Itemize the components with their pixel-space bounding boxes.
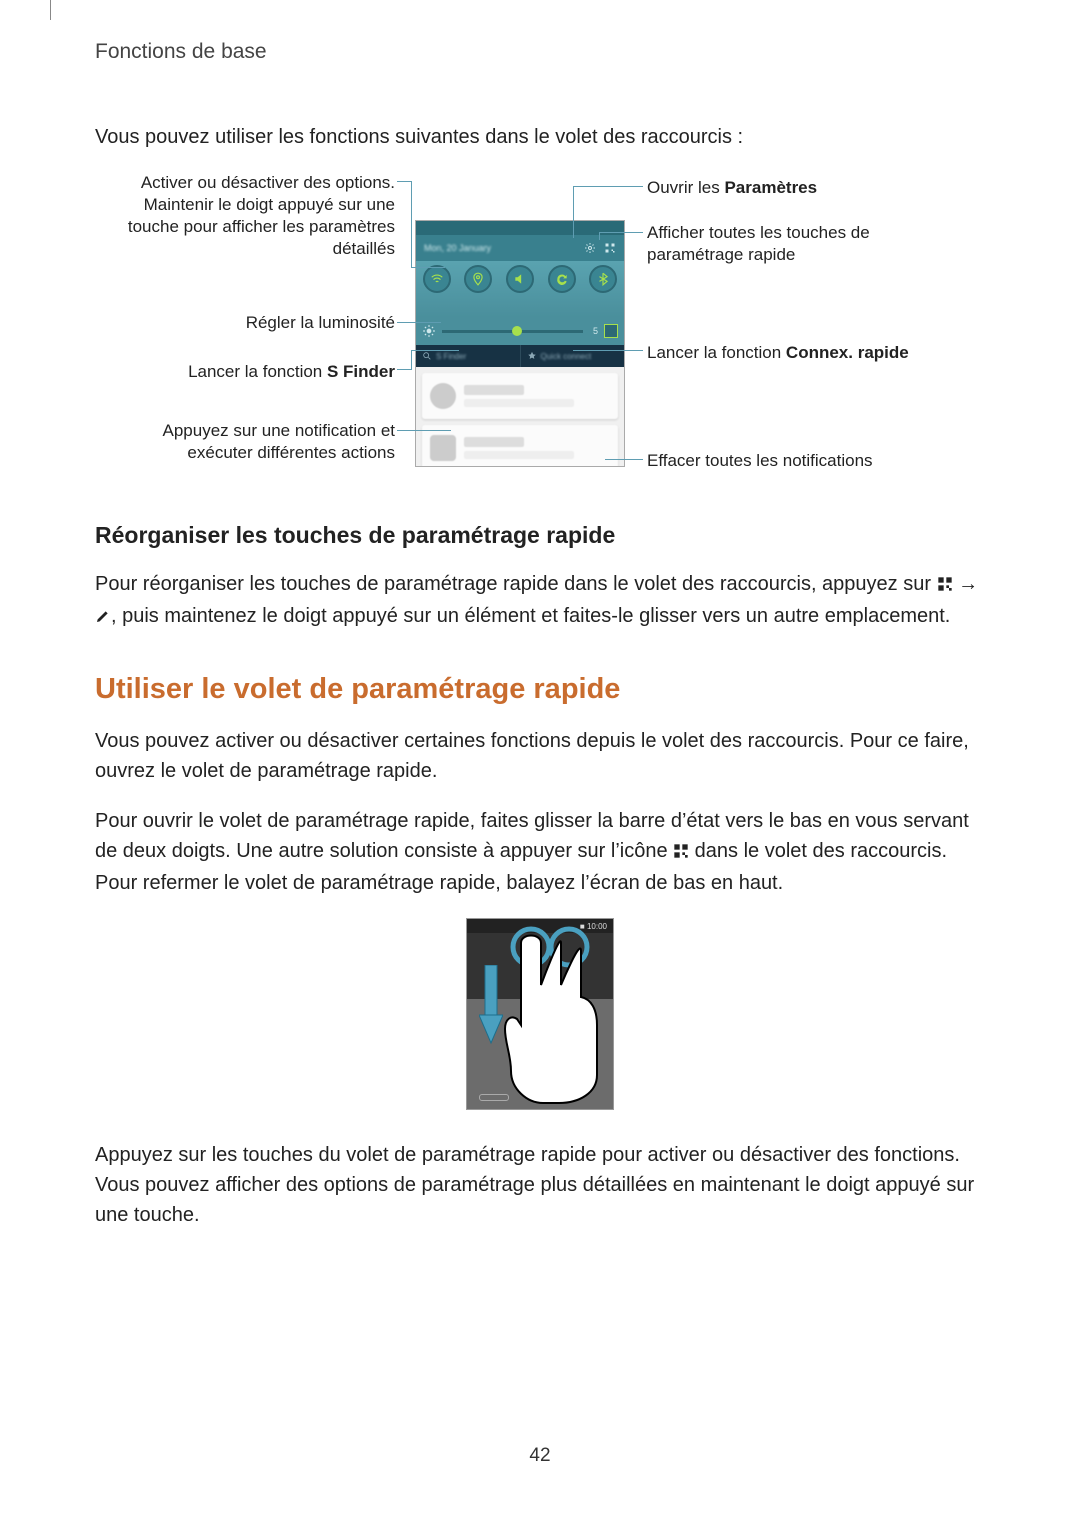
bluetooth-icon — [589, 265, 617, 293]
brightness-row: 5 — [416, 317, 624, 345]
page-number: 42 — [0, 1445, 1080, 1467]
callout-quick-connect: Lancer la fonction Connex. rapide — [647, 342, 909, 364]
callout-notification-tap: Appuyez sur une notification et exécuter… — [95, 420, 395, 464]
quickpanel-p3: Appuyez sur les touches du volet de para… — [95, 1140, 985, 1230]
crop-mark — [50, 0, 51, 20]
quickpanel-p1: Vous pouvez activer ou désactiver certai… — [95, 726, 985, 786]
callout-open-settings: Ouvrir les Paramètres — [647, 177, 817, 199]
auto-brightness-check — [604, 324, 618, 338]
notification-item — [422, 373, 618, 419]
callout-clear-notifications: Effacer toutes les notifications — [647, 450, 873, 472]
grid-icon — [937, 571, 953, 601]
status-bar — [416, 221, 624, 235]
panel-header: Mon, 20 January — [416, 235, 624, 261]
brightness-value: 5 — [593, 326, 598, 336]
callout-show-all-toggles: Afficher toutes les touches de paramétra… — [647, 222, 907, 266]
home-indicator — [479, 1094, 509, 1101]
breadcrumb: Fonctions de base — [95, 40, 985, 64]
callout-brightness: Régler la luminosité — [95, 312, 395, 334]
callout-sfinder: Lancer la fonction S Finder — [95, 361, 395, 383]
pencil-icon — [95, 603, 111, 633]
brightness-icon — [422, 324, 436, 338]
quickpanel-p2: Pour ouvrir le volet de paramétrage rapi… — [95, 806, 985, 898]
sound-icon — [506, 265, 534, 293]
wifi-icon — [423, 265, 451, 293]
intro-text: Vous pouvez utiliser les fonctions suiva… — [95, 122, 985, 152]
location-icon — [464, 265, 492, 293]
rotate-icon — [548, 265, 576, 293]
reorganize-paragraph: Pour réorganiser les touches de paramétr… — [95, 569, 985, 633]
heading-reorganize: Réorganiser les touches de paramétrage r… — [95, 522, 985, 549]
grid-icon — [673, 838, 689, 868]
grid-icon — [604, 242, 616, 254]
two-fingers-icon — [497, 925, 607, 1105]
figure-two-finger-swipe: ■ 10:00 — [466, 918, 614, 1110]
heading-quick-panel: Utiliser le volet de paramétrage rapide — [95, 673, 985, 706]
figure-notification-panel: Mon, 20 January — [95, 172, 985, 482]
callout-activate-options: Activer ou désactiver des options. Maint… — [95, 172, 395, 260]
manual-page: Fonctions de base Vous pouvez utiliser l… — [0, 0, 1080, 1527]
sfinder-quickconnect-row: S Finder Quick connect — [416, 345, 624, 367]
gear-icon — [584, 242, 596, 254]
notification-item — [422, 425, 618, 467]
quick-toggle-row — [416, 261, 624, 317]
